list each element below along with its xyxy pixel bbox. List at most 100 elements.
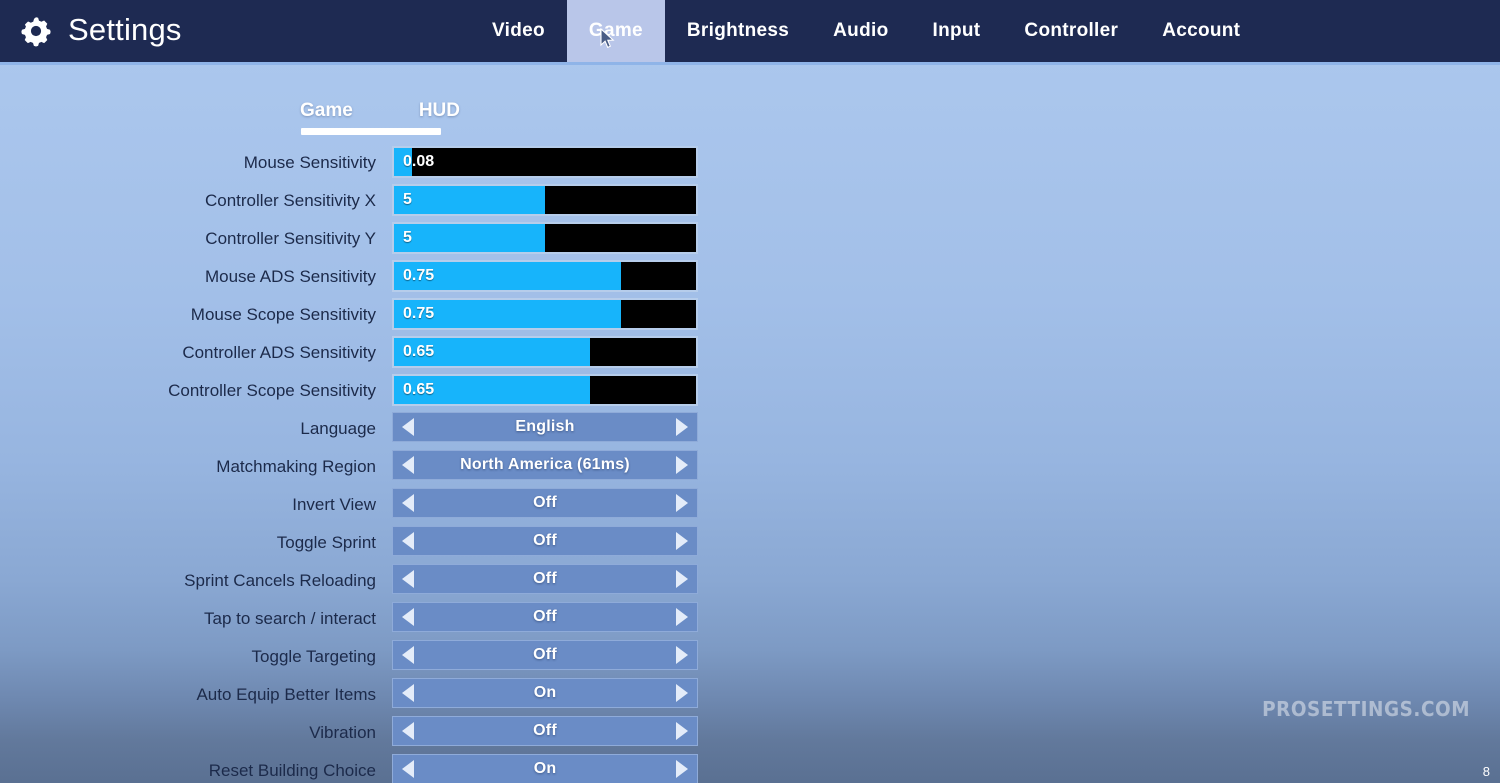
slider-controller-ads-sensitivity[interactable]: 0.65	[392, 336, 698, 368]
selector-invert-view[interactable]: Off	[392, 488, 698, 518]
arrow-right-icon[interactable]	[676, 722, 688, 740]
setting-label-mouse-sensitivity: Mouse Sensitivity	[243, 152, 376, 172]
slider-fill	[394, 224, 545, 252]
arrow-left-icon[interactable]	[402, 646, 414, 664]
setting-row: Toggle Sprint Off	[0, 526, 1500, 558]
setting-row: Controller Sensitivity X 5	[0, 184, 1500, 216]
selector-value: On	[533, 760, 557, 777]
slider-value: 0.75	[403, 267, 435, 284]
subtab-game[interactable]: Game	[300, 100, 353, 128]
setting-row: Reset Building Choice On	[0, 754, 1500, 783]
arrow-left-icon[interactable]	[402, 456, 414, 474]
setting-control: 0.75	[392, 298, 698, 330]
setting-label-matchmaking-region: Matchmaking Region	[216, 456, 376, 476]
subtab-hud[interactable]: HUD	[419, 100, 460, 128]
setting-row: Tap to search / interact Off	[0, 602, 1500, 634]
arrow-right-icon[interactable]	[676, 684, 688, 702]
setting-row: Sprint Cancels Reloading Off	[0, 564, 1500, 596]
slider-controller-sensitivity-x[interactable]: 5	[392, 184, 698, 216]
selector-value: On	[533, 684, 557, 701]
setting-control: 5	[392, 222, 698, 254]
arrow-right-icon[interactable]	[676, 608, 688, 626]
setting-label-controller-ads-sensitivity: Controller ADS Sensitivity	[182, 342, 376, 362]
selector-tap-to-search-interact[interactable]: Off	[392, 602, 698, 632]
watermark: PROSETTINGS.COM	[1262, 697, 1470, 721]
slider-value: 0.08	[403, 153, 435, 170]
top-bar: Settings Video Game Brightness Audio Inp…	[0, 0, 1500, 62]
arrow-right-icon[interactable]	[676, 494, 688, 512]
top-bar-underline	[0, 62, 1500, 65]
setting-row: Toggle Targeting Off	[0, 640, 1500, 672]
arrow-left-icon[interactable]	[402, 684, 414, 702]
setting-row: Mouse ADS Sensitivity 0.75	[0, 260, 1500, 292]
tab-input[interactable]: Input	[910, 0, 1002, 62]
selector-reset-building-choice[interactable]: On	[392, 754, 698, 783]
setting-control: Off	[392, 602, 698, 634]
tab-account[interactable]: Account	[1140, 0, 1262, 62]
setting-row: Controller ADS Sensitivity 0.65	[0, 336, 1500, 368]
arrow-left-icon[interactable]	[402, 570, 414, 588]
setting-control: 0.08	[392, 146, 698, 178]
selector-value: Off	[533, 722, 557, 739]
setting-control: Off	[392, 488, 698, 520]
arrow-left-icon[interactable]	[402, 532, 414, 550]
brand: Settings	[18, 0, 182, 62]
setting-control: On	[392, 754, 698, 783]
setting-row: Language English	[0, 412, 1500, 444]
arrow-left-icon[interactable]	[402, 760, 414, 778]
sub-tabs: Game HUD	[300, 100, 460, 128]
main-nav: Video Game Brightness Audio Input Contro…	[470, 0, 1262, 62]
setting-label-auto-equip-better-items: Auto Equip Better Items	[196, 684, 376, 704]
selector-value: Off	[533, 494, 557, 511]
arrow-left-icon[interactable]	[402, 608, 414, 626]
setting-label-toggle-sprint: Toggle Sprint	[276, 532, 376, 552]
settings-list: Mouse Sensitivity 0.08 Controller Sensitiv…	[0, 146, 1500, 783]
setting-label-controller-sensitivity-y: Controller Sensitivity Y	[205, 228, 376, 248]
selector-vibration[interactable]: Off	[392, 716, 698, 746]
selector-auto-equip-better-items[interactable]: On	[392, 678, 698, 708]
slider-mouse-sensitivity[interactable]: 0.08	[392, 146, 698, 178]
slider-controller-scope-sensitivity[interactable]: 0.65	[392, 374, 698, 406]
arrow-right-icon[interactable]	[676, 456, 688, 474]
subtab-active-underline	[301, 128, 441, 135]
setting-label-mouse-ads-sensitivity: Mouse ADS Sensitivity	[204, 266, 376, 286]
slider-value: 5	[403, 229, 412, 246]
slider-controller-sensitivity-y[interactable]: 5	[392, 222, 698, 254]
setting-control: North America (61ms)	[392, 450, 698, 482]
slider-value: 0.75	[403, 305, 435, 322]
selector-value: Off	[533, 646, 557, 663]
setting-control: 0.75	[392, 260, 698, 292]
tab-controller[interactable]: Controller	[1002, 0, 1140, 62]
arrow-right-icon[interactable]	[676, 760, 688, 778]
tab-audio[interactable]: Audio	[811, 0, 910, 62]
selector-value: Off	[533, 532, 557, 549]
setting-control: On	[392, 678, 698, 710]
slider-mouse-ads-sensitivity[interactable]: 0.75	[392, 260, 698, 292]
tab-video[interactable]: Video	[470, 0, 567, 62]
slider-value: 0.65	[403, 343, 435, 360]
setting-label-mouse-scope-sensitivity: Mouse Scope Sensitivity	[190, 304, 376, 324]
setting-label-vibration: Vibration	[309, 722, 376, 742]
setting-row: Invert View Off	[0, 488, 1500, 520]
gear-icon	[18, 13, 54, 49]
arrow-left-icon[interactable]	[402, 494, 414, 512]
slider-mouse-scope-sensitivity[interactable]: 0.75	[392, 298, 698, 330]
selector-sprint-cancels-reloading[interactable]: Off	[392, 564, 698, 594]
setting-label-controller-scope-sensitivity: Controller Scope Sensitivity	[168, 380, 376, 400]
selector-language[interactable]: English	[392, 412, 698, 442]
arrow-left-icon[interactable]	[402, 722, 414, 740]
selector-toggle-sprint[interactable]: Off	[392, 526, 698, 556]
selector-toggle-targeting[interactable]: Off	[392, 640, 698, 670]
arrow-right-icon[interactable]	[676, 418, 688, 436]
selector-matchmaking-region[interactable]: North America (61ms)	[392, 450, 698, 480]
arrow-right-icon[interactable]	[676, 646, 688, 664]
arrow-right-icon[interactable]	[676, 532, 688, 550]
arrow-left-icon[interactable]	[402, 418, 414, 436]
setting-row: Mouse Scope Sensitivity 0.75	[0, 298, 1500, 330]
setting-row: Matchmaking Region North America (61ms)	[0, 450, 1500, 482]
selector-value: English	[515, 418, 575, 435]
tab-game[interactable]: Game	[566, 0, 665, 62]
setting-row: Mouse Sensitivity 0.08	[0, 146, 1500, 178]
arrow-right-icon[interactable]	[676, 570, 688, 588]
tab-brightness[interactable]: Brightness	[665, 0, 811, 62]
